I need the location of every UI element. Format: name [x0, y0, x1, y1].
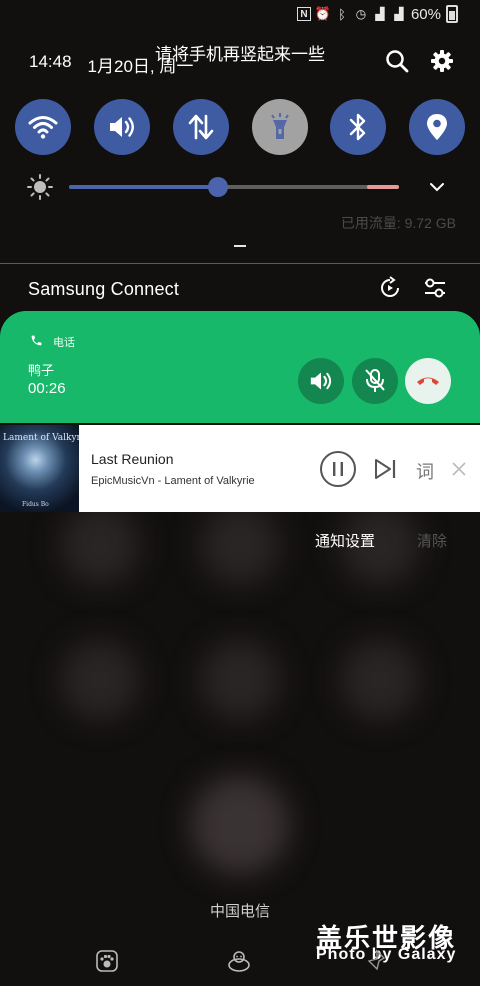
- background-blur: [340, 640, 420, 720]
- pause-icon: [333, 462, 343, 476]
- track-title: Last Reunion: [91, 451, 174, 467]
- call-app-label: 电话: [53, 337, 75, 349]
- hang-up-icon: [417, 377, 439, 385]
- clear-button[interactable]: 清除: [417, 530, 447, 551]
- end-call-button[interactable]: [405, 358, 451, 404]
- character-icon[interactable]: [226, 948, 252, 974]
- speaker-icon: [310, 372, 332, 390]
- chevron-down-icon[interactable]: [428, 180, 446, 194]
- call-duration: 00:26: [28, 380, 66, 397]
- background-blur: [60, 505, 140, 585]
- mobile-data-tile[interactable]: [173, 99, 229, 155]
- album-art-subtitle: Fidus Bo: [22, 501, 49, 508]
- brightness-high-range: [367, 185, 399, 189]
- location-tile[interactable]: [409, 99, 465, 155]
- wifi-tile[interactable]: [15, 99, 71, 155]
- date: 1月20日, 周一: [87, 57, 194, 76]
- background-blur: [200, 640, 280, 720]
- alarm-clock-icon: ◷: [355, 7, 367, 21]
- background-blur: [190, 775, 290, 875]
- divider: [0, 263, 480, 264]
- album-art: Lament of Valkyrie Fidus Bo: [0, 425, 79, 512]
- samsung-connect-title: Samsung Connect: [28, 279, 180, 299]
- flashlight-tile[interactable]: [252, 99, 308, 155]
- clock: 14:48: [29, 52, 72, 71]
- pause-button[interactable]: [320, 451, 356, 487]
- wifi-icon: [28, 116, 58, 139]
- mic-off-icon: [365, 369, 385, 392]
- call-notification[interactable]: [0, 311, 480, 423]
- speaker-button[interactable]: [298, 358, 344, 404]
- notification-settings-button[interactable]: 通知设置: [315, 530, 375, 551]
- location-icon: [427, 114, 447, 140]
- panel-handle[interactable]: [234, 245, 246, 247]
- lyrics-button[interactable]: 词: [416, 458, 434, 484]
- gear-icon[interactable]: [429, 48, 455, 74]
- pin-icon[interactable]: [364, 948, 390, 974]
- mute-button[interactable]: [352, 358, 398, 404]
- bluetooth-icon: ᛒ: [338, 6, 346, 22]
- bluetooth-tile[interactable]: [330, 99, 386, 155]
- brightness-fill: [69, 185, 218, 189]
- music-notification[interactable]: Lament of Valkyrie Fidus Bo Last Reunion…: [0, 425, 480, 512]
- caller-name: 鸭子: [28, 363, 55, 378]
- battery-percent: 60%: [410, 5, 441, 23]
- flashlight-icon: [271, 113, 289, 139]
- background-blur: [60, 640, 140, 720]
- next-track-icon[interactable]: [373, 458, 397, 480]
- battery-icon: [446, 5, 458, 23]
- data-arrows-icon: [188, 114, 214, 140]
- device-settings-icon[interactable]: [423, 276, 447, 300]
- status-bar: N ⏰ ᛒ ◷ ▟ ▟ 60%: [296, 4, 458, 24]
- search-icon[interactable]: [384, 48, 410, 74]
- volume-icon: [110, 117, 134, 137]
- brightness-icon: [27, 174, 53, 200]
- n-icon: N: [296, 7, 311, 21]
- bluetooth-icon: [349, 113, 366, 141]
- date-time: 14:48 1月20日, 周一: [29, 52, 193, 77]
- smart-view-icon[interactable]: [378, 276, 402, 300]
- signal-icon: ▟: [394, 7, 404, 21]
- sound-tile[interactable]: [94, 99, 150, 155]
- brightness-thumb[interactable]: [207, 177, 228, 197]
- data-usage: 已用流量: 9.72 GB: [340, 215, 456, 231]
- brightness-slider[interactable]: [69, 185, 399, 189]
- album-art-title: Lament of Valkyrie: [3, 433, 79, 443]
- track-artist: EpicMusicVn - Lament of Valkyrie: [91, 475, 255, 487]
- phone-icon: [31, 335, 42, 346]
- close-icon[interactable]: [451, 461, 467, 477]
- signal-icon: ▟: [375, 7, 385, 21]
- background-blur: [200, 505, 280, 585]
- paw-icon[interactable]: [94, 948, 120, 974]
- alarm-icon: ⏰: [314, 6, 332, 21]
